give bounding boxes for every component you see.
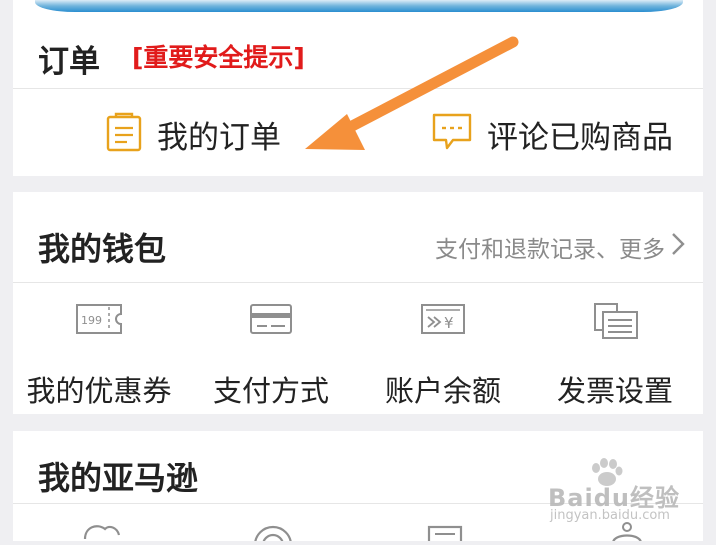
security-warning-link[interactable]: [重要安全提示] — [132, 38, 305, 74]
comment-icon — [431, 112, 473, 156]
coupon-icon: 199 — [13, 302, 185, 346]
payment-records-link[interactable]: 支付和退款记录、更多 — [435, 230, 685, 264]
balance-icon: ¥ — [357, 302, 529, 346]
invoice-icon — [529, 302, 701, 346]
my-amazon-section: 我的亚马逊 — [13, 431, 703, 545]
invoice-settings-button[interactable]: 发票设置 — [529, 302, 701, 408]
wallet-header: 我的钱包 支付和退款记录、更多 — [13, 192, 703, 283]
payment-methods-button[interactable]: 支付方式 — [185, 302, 357, 408]
wallet-title: 我的钱包 — [38, 230, 167, 268]
my-orders-label: 我的订单 — [157, 119, 281, 156]
account-balance-label: 账户余额 — [384, 374, 501, 408]
partial-icon-1[interactable] — [79, 521, 123, 545]
review-purchases-button[interactable]: 评论已购商品 — [431, 104, 673, 164]
partial-icon-2[interactable] — [251, 521, 295, 545]
my-amazon-header: 我的亚马逊 — [13, 431, 703, 504]
partial-icon-4[interactable] — [605, 521, 649, 545]
orders-header: 订单 [重要安全提示] — [13, 14, 703, 89]
payment-methods-label: 支付方式 — [212, 374, 329, 408]
account-balance-button[interactable]: ¥ 账户余额 — [357, 302, 529, 408]
clipboard-icon — [105, 112, 143, 156]
my-amazon-title: 我的亚马逊 — [38, 459, 199, 497]
orders-title: 订单 — [38, 44, 100, 80]
coupon-icon-text: 199 — [81, 314, 102, 327]
balance-icon-text: ¥ — [444, 314, 454, 332]
payment-records-label: 支付和退款记录、更多 — [435, 237, 665, 263]
partial-icon-3[interactable] — [423, 521, 467, 545]
my-orders-button[interactable]: 我的订单 — [105, 104, 281, 164]
top-banner[interactable] — [13, 0, 703, 14]
credit-card-icon — [185, 302, 357, 346]
coupons-button[interactable]: 199 我的优惠券 — [13, 302, 185, 408]
chevron-right-icon — [671, 232, 685, 262]
banner-image — [35, 0, 683, 12]
invoice-settings-label: 发票设置 — [556, 374, 673, 408]
coupons-label: 我的优惠券 — [26, 374, 172, 408]
orders-section: 订单 [重要安全提示] 我的订单 评论已购商品 — [13, 14, 703, 176]
review-purchases-label: 评论已购商品 — [487, 119, 673, 156]
wallet-section: 我的钱包 支付和退款记录、更多 199 我的优惠券 支付方式 ¥ 账户余额 发票… — [13, 192, 703, 414]
